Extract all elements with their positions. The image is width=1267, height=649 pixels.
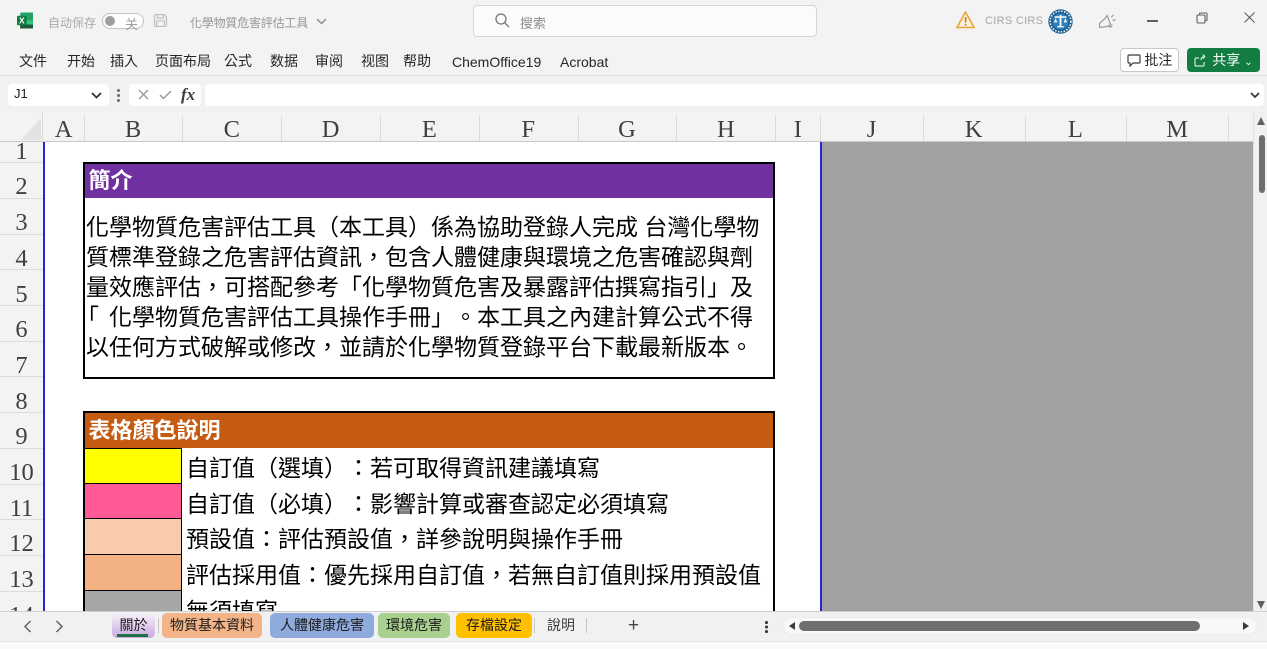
svg-text:X: X	[19, 15, 25, 25]
